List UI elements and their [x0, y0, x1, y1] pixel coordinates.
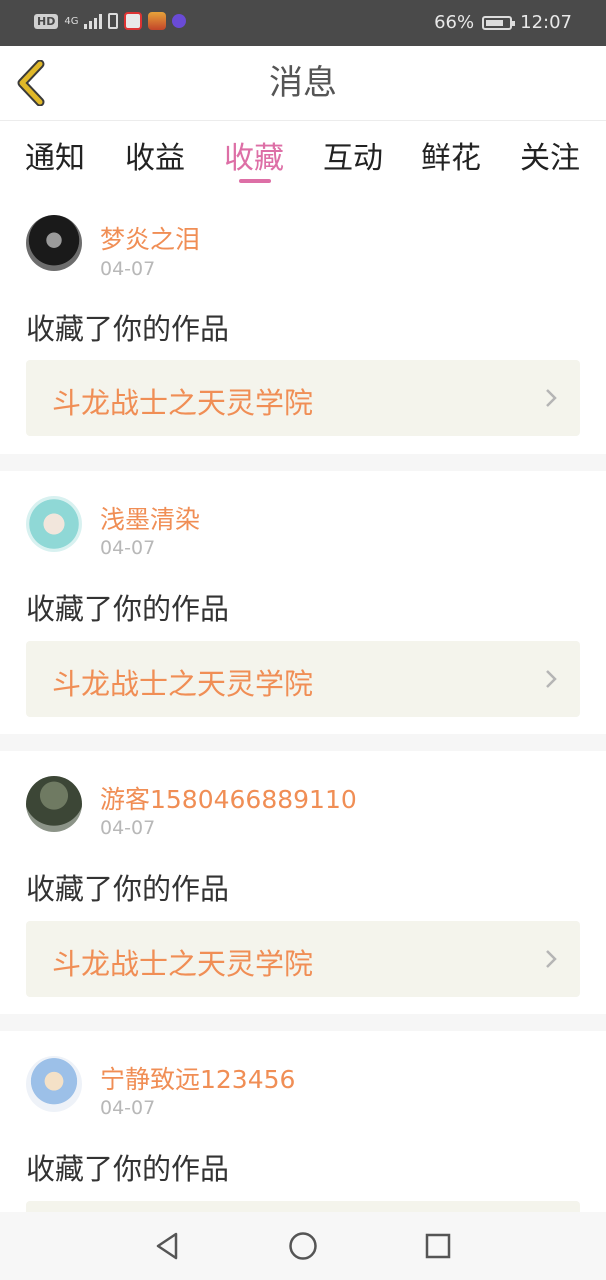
message-date: 04-07	[100, 817, 156, 839]
tab-interactions[interactable]: 互动	[308, 133, 398, 177]
work-link[interactable]: 斗龙战士之天灵学院	[26, 641, 580, 717]
tab-bar: 通知 收益 收藏 互动 鲜花 关注	[0, 121, 606, 191]
work-link[interactable]: 斗龙战士之天灵学院	[26, 921, 580, 997]
message-card: 浅墨清染 04-07 收藏了你的作品 斗龙战士之天灵学院	[0, 471, 606, 734]
nav-back-button[interactable]	[152, 1230, 184, 1262]
work-link[interactable]	[26, 1201, 580, 1212]
work-title: 斗龙战士之天灵学院	[52, 386, 314, 420]
app-header: 消息	[0, 46, 606, 121]
message-card: 宁静致远123456 04-07 收藏了你的作品	[0, 1031, 606, 1212]
tab-earnings[interactable]: 收益	[110, 133, 200, 177]
status-bar: HD 4G 66% 12:07	[0, 0, 606, 46]
user-avatar[interactable]	[26, 776, 82, 832]
nav-home-button[interactable]	[287, 1230, 319, 1262]
card-divider	[0, 454, 606, 471]
message-text: 收藏了你的作品	[26, 872, 230, 906]
triangle-back-icon	[156, 1232, 178, 1260]
card-divider	[0, 734, 606, 751]
username[interactable]: 宁静致远123456	[100, 1060, 295, 1096]
hd-icon: HD	[34, 13, 59, 29]
message-card: 游客1580466889110 04-07 收藏了你的作品 斗龙战士之天灵学院	[0, 751, 606, 1014]
card-divider	[0, 1014, 606, 1031]
work-link[interactable]: 斗龙战士之天灵学院	[26, 360, 580, 436]
user-avatar[interactable]	[26, 1056, 82, 1112]
message-text: 收藏了你的作品	[26, 312, 230, 346]
username[interactable]: 游客1580466889110	[100, 780, 357, 816]
chevron-right-icon	[546, 950, 557, 968]
user-avatar[interactable]	[26, 496, 82, 552]
battery-percent: 66%	[434, 12, 475, 33]
status-right: 66% 12:07	[434, 12, 572, 33]
app-notification-icon	[172, 14, 187, 28]
message-card: 梦炎之泪 04-07 收藏了你的作品 斗龙战士之天灵学院	[0, 192, 606, 454]
tab-flowers[interactable]: 鲜花	[406, 133, 496, 177]
app-notification-icon	[148, 12, 167, 30]
square-recents-icon	[425, 1233, 451, 1259]
tab-notifications[interactable]: 通知	[10, 133, 100, 177]
username[interactable]: 浅墨清染	[100, 500, 200, 536]
battery-icon	[482, 15, 516, 30]
message-date: 04-07	[100, 537, 156, 559]
tab-favorites[interactable]: 收藏	[209, 133, 299, 177]
vibrate-icon	[108, 13, 119, 29]
network-type: 4G	[64, 15, 79, 27]
clock: 12:07	[520, 12, 572, 33]
message-date: 04-07	[100, 1097, 156, 1119]
signal-icon	[84, 13, 103, 29]
chevron-right-icon	[546, 670, 557, 688]
nav-recents-button[interactable]	[422, 1230, 454, 1262]
message-text: 收藏了你的作品	[26, 1152, 230, 1186]
message-date: 04-07	[100, 258, 156, 280]
work-title: 斗龙战士之天灵学院	[52, 947, 314, 981]
active-tab-indicator	[239, 179, 271, 183]
work-title: 斗龙战士之天灵学院	[52, 667, 314, 701]
app-notification-icon	[124, 12, 143, 30]
page-title: 消息	[269, 63, 337, 103]
user-avatar[interactable]	[26, 215, 82, 271]
circle-home-icon	[289, 1232, 317, 1260]
chevron-right-icon	[546, 389, 557, 407]
tab-follows[interactable]: 关注	[505, 133, 595, 177]
status-left-icons: HD 4G	[34, 12, 187, 30]
system-navigation-bar	[0, 1212, 606, 1280]
username[interactable]: 梦炎之泪	[100, 220, 200, 256]
message-text: 收藏了你的作品	[26, 592, 230, 626]
